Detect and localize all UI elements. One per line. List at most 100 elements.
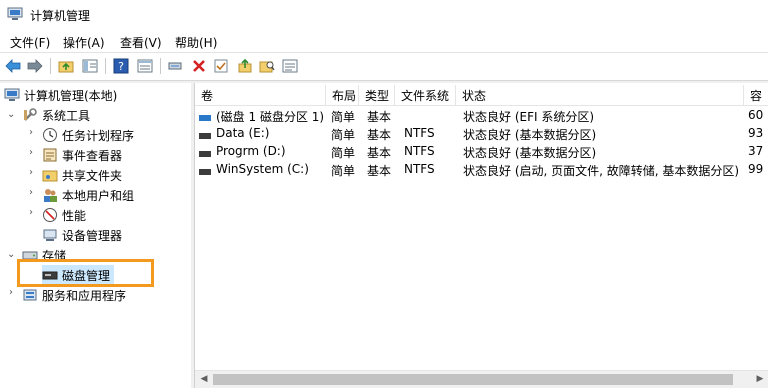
column-header-type[interactable]: 类型 [359, 85, 395, 106]
performance-icon [42, 207, 58, 223]
menu-view[interactable]: 查看(V) [120, 34, 162, 51]
properties-view-icon[interactable] [136, 57, 154, 75]
scroll-left-icon[interactable]: ◀ [198, 374, 210, 385]
cell-volume: Progrm (D:) [216, 144, 286, 158]
tree-item-local-users[interactable]: 本地用户和组 [42, 185, 134, 205]
tools-icon [22, 107, 38, 123]
chevron-right-icon[interactable]: › [29, 168, 39, 178]
list-view-icon[interactable] [281, 57, 299, 75]
tree-item-label: 设备管理器 [62, 228, 123, 243]
cell-volume: (磁盘 1 磁盘分区 1) [216, 110, 325, 124]
users-icon [42, 187, 58, 203]
table-row[interactable]: (磁盘 1 磁盘分区 1) 简单 基本 状态良好 (EFI 系统分区) 60 [195, 106, 768, 124]
help-icon[interactable]: ? [112, 57, 130, 75]
tree-item-event-viewer[interactable]: 事件查看器 [42, 145, 122, 165]
cell-status: 状态良好 (基本数据分区) [463, 128, 597, 142]
tree-item-label: 任务计划程序 [62, 128, 135, 143]
chevron-right-icon[interactable]: › [29, 128, 39, 138]
check-icon[interactable] [212, 57, 230, 75]
cell-volume: WinSystem (C:) [216, 162, 309, 176]
table-row[interactable]: Progrm (D:) 简单 基本 NTFS 状态良好 (基本数据分区) 37 [195, 142, 768, 160]
device-manager-icon [42, 227, 58, 243]
cell-volume: Data (E:) [216, 126, 270, 140]
toolbar: ? [0, 53, 768, 81]
cell-capacity: 37 [748, 144, 764, 158]
forward-arrow-icon[interactable] [26, 57, 44, 75]
cell-capacity: 60 [748, 108, 764, 122]
chevron-down-icon[interactable]: ⌄ [7, 110, 17, 120]
navigation-tree: 计算机管理(本地) ⌄ 系统工具 › 任务计划程序 › 事件查看器 › 共享文件… [0, 83, 192, 388]
drive-icon [199, 165, 211, 179]
tree-item-shared-folders[interactable]: 共享文件夹 [42, 165, 122, 185]
horizontal-scrollbar[interactable]: ◀ ▶ [195, 370, 768, 388]
tree-item-system-tools[interactable]: 系统工具 [22, 105, 90, 125]
column-header-status[interactable]: 状态 [456, 85, 744, 106]
tree-item-services-apps[interactable]: 服务和应用程序 [22, 285, 126, 305]
tree-root-label: 计算机管理(本地) [24, 88, 118, 103]
cell-capacity: 99 [748, 162, 764, 176]
clock-icon [42, 127, 58, 143]
cell-layout: 简单 [331, 110, 356, 124]
menu-bar: 文件(F) 操作(A) 查看(V) 帮助(H) [0, 30, 768, 53]
tree-item-label: 事件查看器 [62, 148, 123, 163]
cell-layout: 简单 [331, 164, 356, 178]
highlight-annotation [17, 259, 154, 287]
column-header-capacity[interactable]: 容 [744, 85, 768, 106]
shared-folder-icon [42, 167, 58, 183]
cell-type: 基本 [367, 128, 392, 142]
cell-filesystem: NTFS [404, 126, 435, 140]
tree-root[interactable]: 计算机管理(本地) [4, 85, 117, 105]
efi-partition-icon [199, 111, 211, 125]
cell-status: 状态良好 (基本数据分区) [463, 146, 597, 160]
cell-layout: 简单 [331, 128, 356, 142]
cell-filesystem: NTFS [404, 144, 435, 158]
table-row[interactable]: WinSystem (C:) 简单 基本 NTFS 状态良好 (启动, 页面文件… [195, 160, 768, 178]
tree-item-label: 本地用户和组 [62, 188, 135, 203]
connect-icon[interactable] [166, 57, 184, 75]
event-viewer-icon [42, 147, 58, 163]
cell-type: 基本 [367, 164, 392, 178]
search-folder-icon[interactable] [258, 57, 276, 75]
drive-icon [199, 147, 211, 161]
menu-action[interactable]: 操作(A) [63, 34, 105, 51]
cell-status: 状态良好 (启动, 页面文件, 故障转储, 基本数据分区) [463, 164, 740, 178]
computer-management-icon [4, 87, 20, 103]
cell-capacity: 93 [748, 126, 764, 140]
tree-item-device-manager[interactable]: 设备管理器 [42, 225, 122, 245]
volume-list: 卷 布局 类型 文件系统 状态 容 (磁盘 1 磁盘分区 1) 简单 基本 状态… [194, 83, 768, 388]
column-header-filesystem[interactable]: 文件系统 [395, 85, 456, 106]
scrollbar-thumb[interactable] [213, 374, 733, 385]
cell-type: 基本 [367, 110, 392, 124]
chevron-down-icon[interactable]: ⌄ [7, 250, 17, 260]
menu-help[interactable]: 帮助(H) [175, 34, 217, 51]
svg-text:?: ? [118, 60, 124, 73]
table-row[interactable]: Data (E:) 简单 基本 NTFS 状态良好 (基本数据分区) 93 [195, 124, 768, 142]
computer-management-icon [7, 7, 23, 21]
delete-icon[interactable] [190, 57, 208, 75]
up-folder-icon[interactable] [57, 57, 75, 75]
column-header-layout[interactable]: 布局 [326, 85, 359, 106]
tree-item-task-scheduler[interactable]: 任务计划程序 [42, 125, 134, 145]
drive-icon [199, 129, 211, 143]
column-header-volume[interactable]: 卷 [195, 85, 326, 106]
chevron-right-icon[interactable]: › [29, 208, 39, 218]
chevron-right-icon[interactable]: › [9, 288, 19, 298]
back-arrow-icon[interactable] [4, 57, 22, 75]
chevron-right-icon[interactable]: › [29, 148, 39, 158]
tree-item-label: 性能 [62, 208, 87, 223]
window-title: 计算机管理 [30, 9, 91, 23]
tree-item-label: 共享文件夹 [62, 168, 123, 183]
tree-item-label: 服务和应用程序 [42, 288, 127, 303]
chevron-right-icon[interactable]: › [29, 188, 39, 198]
cell-filesystem: NTFS [404, 162, 435, 176]
cell-status: 状态良好 (EFI 系统分区) [463, 110, 595, 124]
services-icon [22, 287, 38, 303]
tree-item-performance[interactable]: 性能 [42, 205, 86, 225]
show-hide-tree-icon[interactable] [81, 57, 99, 75]
title-bar: 计算机管理 [0, 0, 768, 30]
export-icon[interactable] [236, 57, 254, 75]
cell-type: 基本 [367, 146, 392, 160]
menu-file[interactable]: 文件(F) [10, 34, 50, 51]
scroll-right-icon[interactable]: ▶ [754, 374, 766, 385]
tree-item-label: 系统工具 [42, 108, 91, 123]
